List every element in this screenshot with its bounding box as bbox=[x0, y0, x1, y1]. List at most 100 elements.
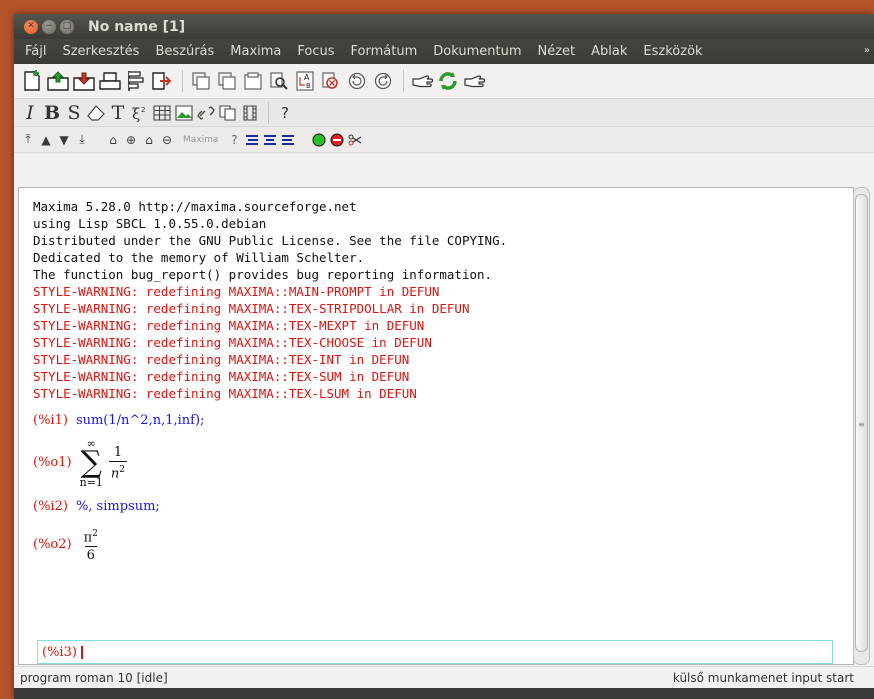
close-icon: ✕ bbox=[27, 21, 35, 31]
open-button[interactable] bbox=[46, 69, 70, 93]
menu-tools[interactable]: Eszközök bbox=[635, 44, 710, 59]
active-input-cell[interactable]: (%i3) bbox=[37, 640, 833, 664]
close-window-button[interactable]: ✕ bbox=[24, 19, 38, 34]
warning-line: STYLE-WARNING: redefining MAXIMA::MAIN-P… bbox=[33, 284, 440, 299]
worksheet[interactable]: Maxima 5.28.0 http://maxima.sourceforge.… bbox=[18, 187, 854, 665]
exit-icon bbox=[152, 72, 172, 90]
numerator: 1 bbox=[113, 444, 123, 460]
fold-output-button[interactable] bbox=[262, 131, 278, 149]
previous-field-button[interactable]: ▲ bbox=[38, 131, 54, 149]
next-field-button[interactable]: ▼ bbox=[56, 131, 72, 149]
eraser-button[interactable] bbox=[86, 101, 106, 125]
menu-window[interactable]: Ablak bbox=[583, 44, 635, 59]
menu-focus[interactable]: Focus bbox=[289, 44, 342, 59]
film-icon bbox=[243, 104, 257, 121]
duplicate-button[interactable] bbox=[218, 101, 238, 125]
vertical-scrollbar[interactable]: ≡ bbox=[853, 187, 870, 665]
table-button[interactable] bbox=[152, 101, 172, 125]
redo-button[interactable] bbox=[371, 69, 395, 93]
text-button[interactable]: T bbox=[108, 101, 128, 125]
preferences-button[interactable] bbox=[124, 69, 148, 93]
banner-line: Distributed under the GNU Public License… bbox=[33, 233, 508, 248]
menu-view[interactable]: Nézet bbox=[530, 44, 584, 59]
denominator: n2 bbox=[108, 460, 128, 482]
help-button[interactable]: ? bbox=[275, 101, 295, 125]
disconnect-button[interactable] bbox=[329, 131, 345, 149]
sigma-symbol: ∑ bbox=[80, 445, 102, 480]
paste-button[interactable] bbox=[241, 69, 265, 93]
italic-button[interactable]: I bbox=[20, 101, 40, 125]
undo-icon bbox=[348, 72, 366, 90]
warning-line: STYLE-WARNING: redefining MAXIMA::TEX-CH… bbox=[33, 335, 432, 350]
fold-all-button[interactable] bbox=[280, 131, 296, 149]
green-circle-icon bbox=[312, 133, 326, 146]
banner-line: using Lisp SBCL 1.0.55.0.debian bbox=[33, 216, 267, 231]
worksheet-content: Maxima 5.28.0 http://maxima.sourceforge.… bbox=[19, 188, 853, 564]
minimize-window-button[interactable]: − bbox=[42, 19, 56, 34]
stop-icon bbox=[322, 72, 338, 89]
interrupt-button[interactable] bbox=[319, 69, 343, 93]
banner-line: The function bug_report() provides bug r… bbox=[33, 267, 493, 282]
image-button[interactable] bbox=[174, 101, 194, 125]
slanted-button[interactable]: S bbox=[64, 101, 84, 125]
session-help-button[interactable]: ? bbox=[226, 131, 242, 149]
maximize-window-button[interactable]: □ bbox=[60, 19, 74, 34]
menu-file[interactable]: Fájl bbox=[17, 44, 54, 59]
menu-maxima[interactable]: Maxima bbox=[222, 44, 289, 59]
cut-icon bbox=[192, 72, 210, 90]
remove-below-button[interactable]: ⊖ bbox=[159, 131, 175, 149]
input-prompt: (%i1) bbox=[33, 413, 68, 428]
warning-line: STYLE-WARNING: redefining MAXIMA::TEX-ST… bbox=[33, 301, 470, 316]
toolbar-spacer bbox=[304, 133, 305, 147]
last-field-button[interactable]: ⤓ bbox=[74, 131, 90, 149]
undo-button[interactable] bbox=[345, 69, 369, 93]
symbol-button[interactable]: ξ2 bbox=[130, 101, 150, 125]
input-cell-1[interactable]: (%i1) sum(1/n^2,n,1,inf); bbox=[33, 412, 853, 430]
print-button[interactable] bbox=[98, 69, 122, 93]
link-button[interactable] bbox=[196, 101, 216, 125]
toolbar-spacer bbox=[98, 133, 99, 147]
copy-button[interactable] bbox=[215, 69, 239, 93]
pointer-button[interactable] bbox=[462, 69, 486, 93]
status-right: külső munkamenet input start bbox=[672, 670, 854, 685]
warning-line: STYLE-WARNING: redefining MAXIMA::TEX-LS… bbox=[33, 386, 417, 401]
new-file-icon bbox=[24, 70, 40, 91]
output-cell-1: (%o1) ∞ ∑ n=1 1 n2 bbox=[33, 438, 853, 488]
menu-format[interactable]: Formátum bbox=[343, 44, 426, 59]
status-left: program roman 10 [idle] bbox=[20, 670, 168, 685]
menu-edit[interactable]: Szerkesztés bbox=[54, 44, 147, 59]
redo-icon bbox=[374, 72, 392, 90]
bold-button[interactable]: B bbox=[42, 101, 62, 125]
input-cell-2[interactable]: (%i2) %, simpsum; bbox=[33, 498, 853, 516]
input-expression[interactable]: %, simpsum; bbox=[76, 498, 160, 516]
insert-above-button[interactable]: ⌂ bbox=[105, 131, 121, 149]
cut-button[interactable] bbox=[189, 69, 213, 93]
denominator: 6 bbox=[84, 546, 97, 564]
find-button[interactable] bbox=[267, 69, 291, 93]
menu-insert[interactable]: Beszúrás bbox=[147, 44, 222, 59]
input-expression[interactable]: sum(1/n^2,n,1,inf); bbox=[76, 412, 204, 430]
fold-input-button[interactable] bbox=[244, 131, 260, 149]
new-document-button[interactable] bbox=[20, 69, 44, 93]
connect-button[interactable] bbox=[311, 131, 327, 149]
arrow-bottom-icon: ⤓ bbox=[79, 132, 85, 146]
replace-button[interactable]: AB bbox=[293, 69, 317, 93]
maxima-label: Maxima bbox=[183, 134, 219, 145]
remove-above-button[interactable]: ⌂ bbox=[141, 131, 157, 149]
format-toolbar: I B S T ξ2 ? bbox=[14, 99, 874, 127]
main-toolbar: AB bbox=[14, 64, 874, 99]
help-pointer-button[interactable] bbox=[410, 69, 434, 93]
first-field-button[interactable]: ⤒ bbox=[20, 131, 36, 149]
exit-button[interactable] bbox=[150, 69, 174, 93]
pages-icon bbox=[219, 104, 236, 121]
restart-maxima-button[interactable] bbox=[436, 69, 460, 93]
menu-document[interactable]: Dokumentum bbox=[425, 44, 529, 59]
close-session-button[interactable] bbox=[347, 131, 363, 149]
minimize-icon: − bbox=[45, 21, 53, 31]
insert-above-icon: ⌂ bbox=[109, 132, 117, 147]
fold-button[interactable] bbox=[240, 101, 260, 125]
save-button[interactable] bbox=[72, 69, 96, 93]
sum-lower-limit: n=1 bbox=[79, 476, 103, 489]
insert-below-button[interactable]: ⊕ bbox=[123, 131, 139, 149]
menu-overflow-button[interactable]: » bbox=[864, 45, 870, 56]
